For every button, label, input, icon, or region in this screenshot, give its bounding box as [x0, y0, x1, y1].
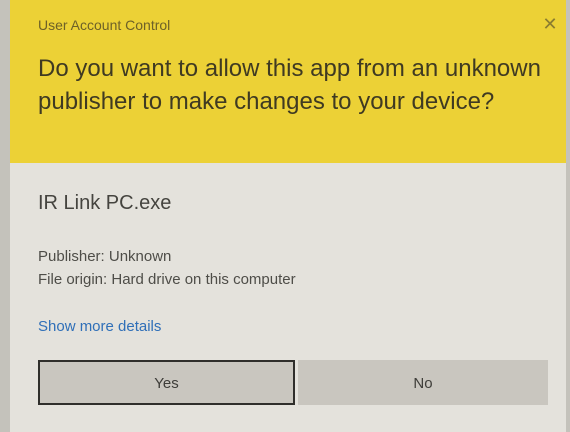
publisher-info: Publisher: Unknown [38, 248, 172, 265]
close-button[interactable]: ✕ [538, 12, 562, 36]
yes-button[interactable]: Yes [38, 360, 295, 405]
dialog-header: User Account Control ✕ Do you want to al… [10, 0, 566, 163]
close-icon: ✕ [542, 14, 558, 34]
prompt-question: Do you want to allow this app from an un… [38, 55, 541, 115]
screen-background: User Account Control ✕ Do you want to al… [0, 0, 570, 432]
app-name: IR Link PC.exe [38, 192, 172, 214]
file-origin-info: File origin: Hard drive on this computer [38, 271, 296, 288]
window-title: User Account Control [38, 17, 171, 33]
no-button[interactable]: No [298, 360, 548, 405]
show-more-details-link[interactable]: Show more details [38, 318, 161, 335]
uac-dialog: User Account Control ✕ Do you want to al… [10, 0, 566, 432]
